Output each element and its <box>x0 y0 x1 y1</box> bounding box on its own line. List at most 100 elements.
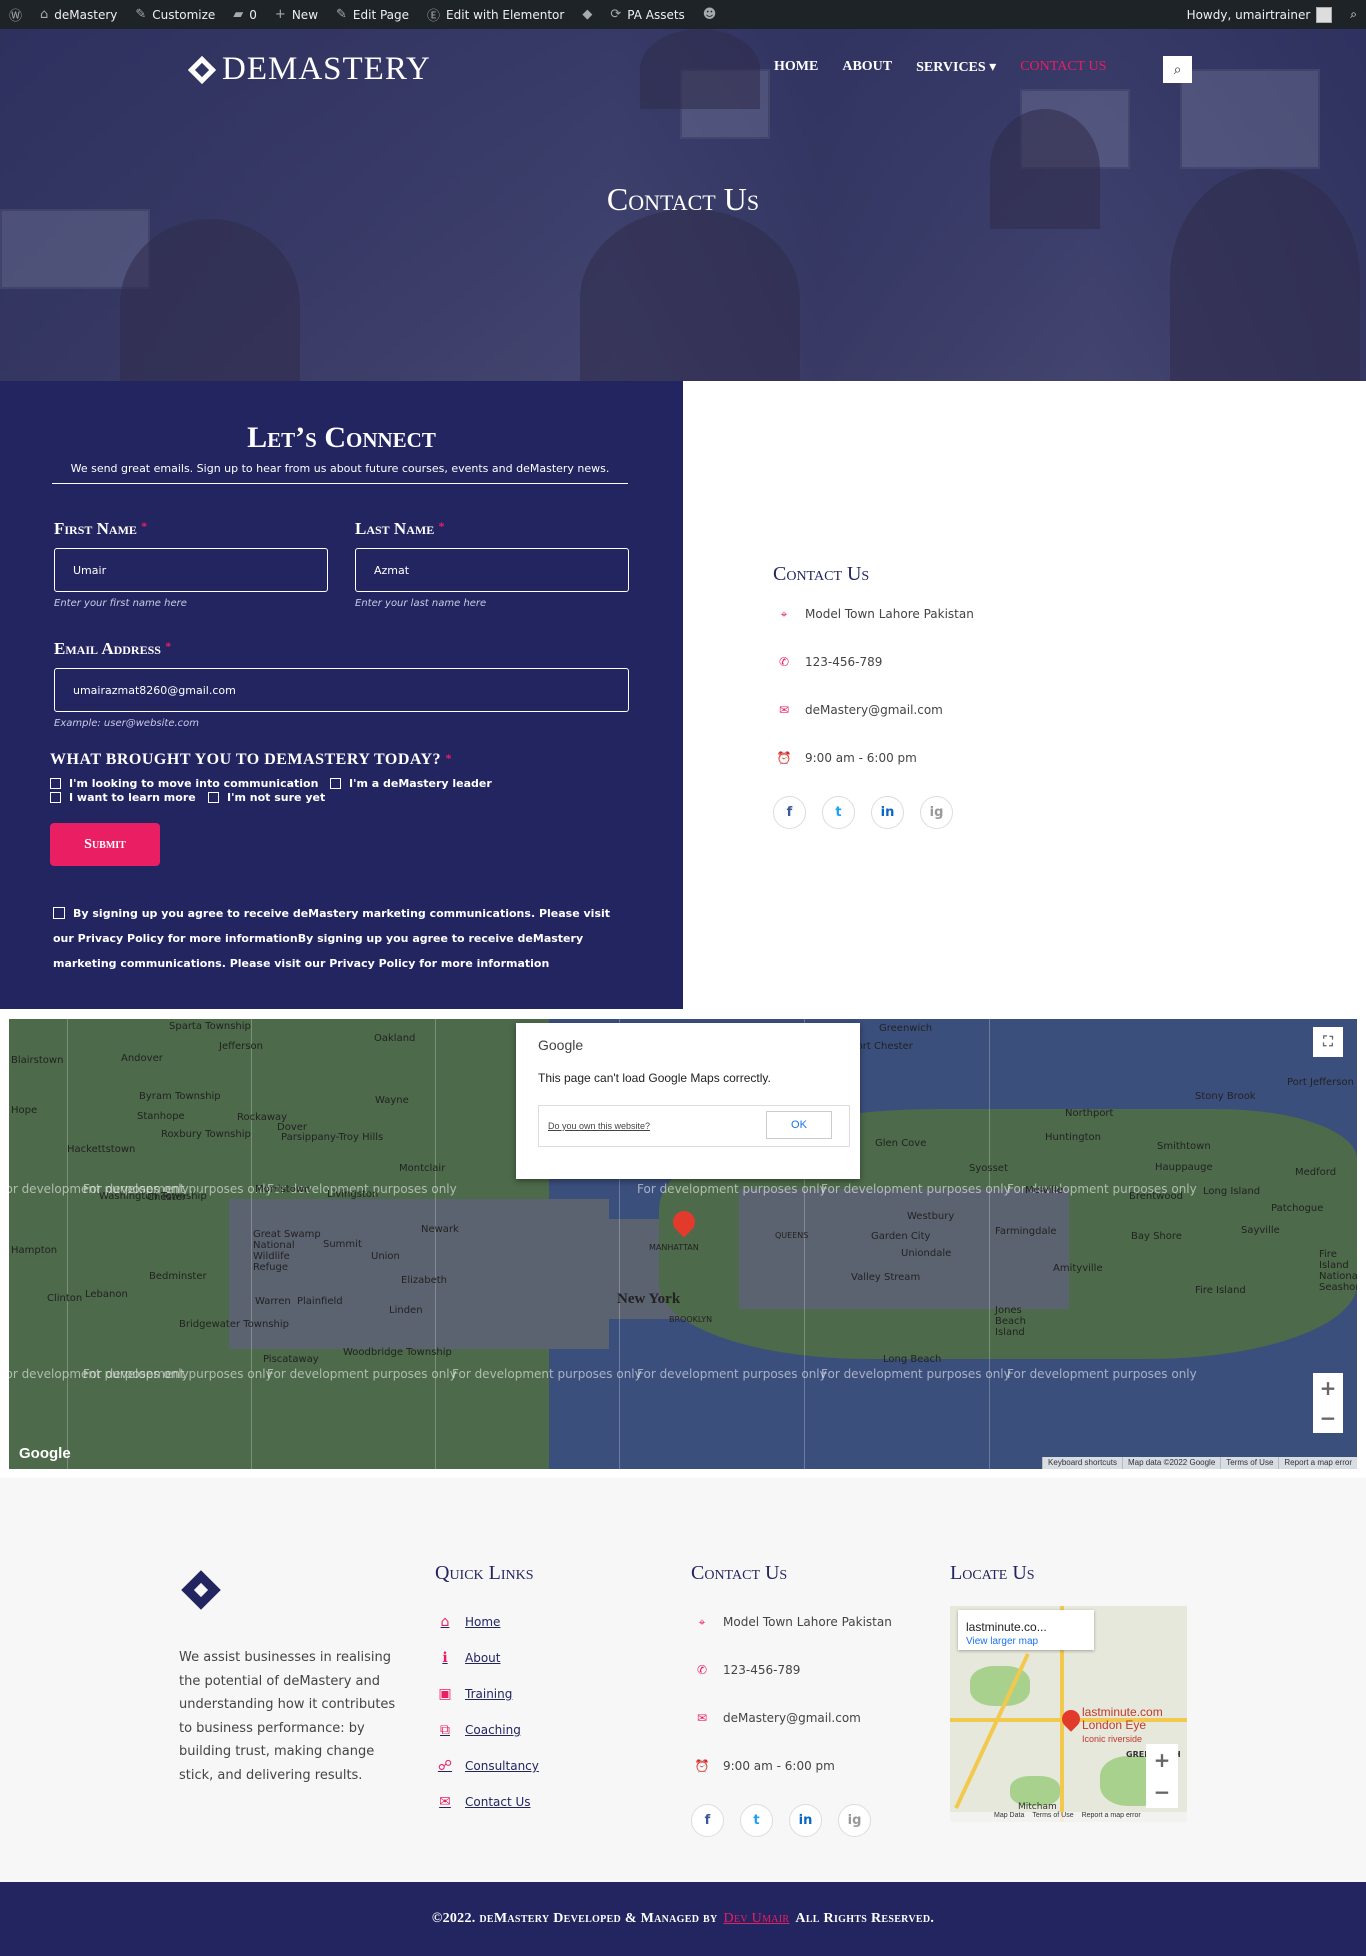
admin-customize-link[interactable]: ✎ Customize <box>126 0 224 29</box>
first-name-hint: Enter your first name here <box>54 598 187 609</box>
option-leader[interactable]: I'm a deMastery leader <box>330 777 492 790</box>
fullscreen-icon[interactable]: ⛶ <box>1313 1027 1343 1057</box>
map-grid <box>67 1019 68 1469</box>
map-place: QUEENS <box>775 1231 809 1240</box>
map-place: Huntington <box>1045 1132 1101 1143</box>
footer-link-contact[interactable]: ✉ Contact Us <box>435 1792 539 1812</box>
map-city-label: New York <box>617 1291 681 1307</box>
instagram-icon[interactable]: ig <box>920 796 953 829</box>
map-place: Garden City <box>871 1231 931 1242</box>
map-place: MANHATTAN <box>649 1243 699 1252</box>
search-button[interactable]: ⌕ <box>1163 56 1192 83</box>
map-place: Parsippany-Troy Hills <box>281 1132 384 1143</box>
wordpress-logo-icon[interactable]: Ⓦ <box>0 0 31 29</box>
nav-services[interactable]: SERVICES ▾ <box>916 59 996 76</box>
map-grid <box>989 1019 990 1469</box>
avatar <box>1316 6 1333 23</box>
consent-checkbox-label[interactable]: By signing up you agree to receive deMas… <box>53 901 633 976</box>
report-error-link[interactable]: Report a map error <box>1278 1457 1357 1469</box>
quick-links-title: Quick Links <box>435 1562 534 1584</box>
map-place: Piscataway <box>263 1354 319 1365</box>
checkbox[interactable] <box>208 792 219 803</box>
option-learn-more[interactable]: I want to learn more <box>50 791 196 804</box>
map-place: Morristown <box>255 1184 311 1195</box>
last-name-input[interactable]: Azmat <box>355 548 629 592</box>
admin-edit-page-link[interactable]: ✎ Edit Page <box>327 0 418 29</box>
sync-icon: ⟳ <box>610 7 622 22</box>
dialog-brand: Google <box>538 1037 584 1053</box>
checkbox[interactable] <box>50 778 61 789</box>
map-place: Amityville <box>1053 1263 1103 1274</box>
site-logo[interactable]: DEMASTERY <box>187 51 431 88</box>
footer-link-consultancy[interactable]: ☍ Consultancy <box>435 1756 539 1776</box>
map-place: Long Beach <box>883 1354 942 1365</box>
nav-contact[interactable]: CONTACT US <box>1020 59 1106 76</box>
facebook-icon[interactable]: f <box>691 1804 724 1837</box>
twitter-icon[interactable]: t <box>740 1804 773 1837</box>
admin-edit-elementor-link[interactable]: Ⓔ Edit with Elementor <box>418 0 573 29</box>
terms-link[interactable]: Terms of Use <box>1220 1457 1278 1469</box>
twitter-icon[interactable]: t <box>822 796 855 829</box>
map-place: Long Island <box>1203 1186 1261 1197</box>
social-links: f t in ig <box>773 796 1173 829</box>
map-place: Blairstown <box>11 1055 64 1066</box>
diamond-icon: ◆ <box>582 7 593 22</box>
instagram-icon[interactable]: ig <box>838 1804 871 1837</box>
footer-link-training[interactable]: ▣ Training <box>435 1684 539 1704</box>
zoom-out-button[interactable]: − <box>1313 1403 1343 1433</box>
site-footer: We assist businesses in realising the po… <box>0 1478 1366 1882</box>
contact-hours: ⏰ 9:00 am - 6:00 pm <box>773 748 1173 768</box>
checkbox[interactable] <box>330 778 341 789</box>
map-place: Great Swamp National Wildlife Refuge <box>253 1229 321 1273</box>
zoom-in-button[interactable]: + <box>1146 1744 1178 1776</box>
footer-link-about[interactable]: ℹ About <box>435 1648 539 1668</box>
zoom-in-button[interactable]: + <box>1313 1373 1343 1403</box>
option-not-sure[interactable]: I'm not sure yet <box>208 791 325 804</box>
option-communication[interactable]: I'm looking to move into communication <box>50 777 318 790</box>
admin-search-icon[interactable]: ⌕ <box>1341 0 1366 29</box>
nav-home[interactable]: HOME <box>774 59 818 76</box>
map-pin-icon: ⌖ <box>698 1614 706 1629</box>
caret-down-icon: ▾ <box>989 60 997 75</box>
dialog-own-link[interactable]: Do you own this website? <box>548 1121 650 1131</box>
consent-checkbox[interactable] <box>53 907 65 919</box>
map-place: Brentwood <box>1129 1191 1183 1202</box>
map-place: Roxbury Township <box>161 1129 251 1140</box>
zoom-out-button[interactable]: − <box>1146 1776 1178 1808</box>
map-larger-link[interactable]: View larger map <box>966 1636 1038 1647</box>
home-icon: ⌂ <box>40 7 49 22</box>
admin-new-link[interactable]: + New <box>266 0 327 29</box>
linkedin-icon[interactable]: in <box>789 1804 822 1837</box>
checkbox[interactable] <box>50 792 61 803</box>
footer-link-coaching[interactable]: ⧉ Coaching <box>435 1720 539 1740</box>
home-icon: ⌂ <box>440 1614 450 1630</box>
main-nav: HOME ABOUT SERVICES ▾ CONTACT US <box>774 59 1106 76</box>
admin-site-link[interactable]: ⌂ deMastery <box>31 0 126 29</box>
nav-about[interactable]: ABOUT <box>842 59 892 76</box>
facebook-icon[interactable]: f <box>773 796 806 829</box>
map-place: Sparta Township <box>169 1021 251 1032</box>
admin-account-link[interactable]: Howdy, umairtrainer <box>1178 0 1342 29</box>
linkedin-icon[interactable]: in <box>871 796 904 829</box>
map-place: Hope <box>11 1105 38 1116</box>
email-input[interactable]: umairazmat8260@gmail.com <box>54 668 629 712</box>
developer-link[interactable]: Dev Umair <box>724 1911 790 1927</box>
envelope-icon: ✉ <box>439 1794 451 1810</box>
footer-map-attribution: Map Data Terms of Use Report a map error <box>950 1812 1187 1822</box>
map-place: Uniondale <box>901 1248 952 1259</box>
admin-diamond-link[interactable]: ◆ <box>573 0 601 29</box>
footer-link-home[interactable]: ⌂ Home <box>435 1612 539 1632</box>
map-place: Jefferson <box>219 1041 263 1052</box>
submit-button[interactable]: Submit <box>50 823 160 866</box>
admin-smiley-link[interactable]: ☻ <box>694 0 726 29</box>
quick-links: ⌂ Home ℹ About ▣ Training ⧉ Coaching ☍ Consul… <box>435 1612 539 1828</box>
dialog-ok-button[interactable]: OK <box>766 1111 832 1139</box>
first-name-input[interactable]: Umair <box>54 548 328 592</box>
map-place: Westbury <box>907 1211 955 1222</box>
admin-comments-link[interactable]: ▰ 0 <box>224 0 266 29</box>
keyboard-shortcuts-link[interactable]: Keyboard shortcuts <box>1042 1457 1122 1469</box>
google-map[interactable]: For development purposes only For develo… <box>9 1019 1357 1469</box>
map-watermark: For development purposes only <box>83 1367 273 1381</box>
footer-map[interactable]: lastminute.co... View larger map lastmin… <box>950 1606 1187 1822</box>
admin-pa-assets-link[interactable]: ⟳ PA Assets <box>601 0 693 29</box>
